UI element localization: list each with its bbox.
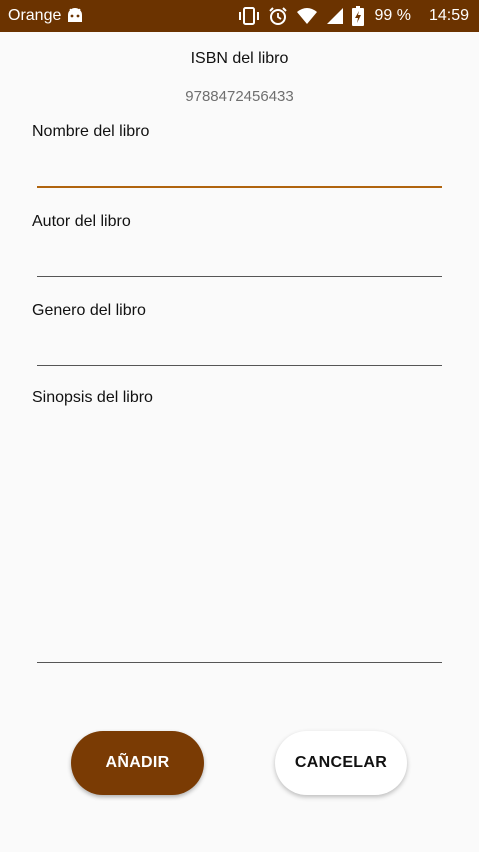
vibrate-icon [239,7,260,25]
book-name-input[interactable] [32,145,442,187]
book-genre-input[interactable] [32,324,442,365]
book-name-underline [37,186,442,188]
cancel-button[interactable]: CANCELAR [275,731,407,795]
carrier-name: Orange [8,7,62,24]
add-button[interactable]: AÑADIR [71,731,204,795]
book-name-label: Nombre del libro [32,123,150,140]
book-author-underline [37,276,442,277]
status-icons: 99 % 14:59 [238,6,469,26]
clock: 14:59 [428,7,469,24]
book-genre-label: Genero del libro [32,302,146,319]
book-author-label: Autor del libro [32,213,131,230]
isbn-value: 9788472456433 [185,88,294,105]
alarm-icon [269,7,288,25]
wifi-icon [297,8,318,24]
battery-percent: 99 % [374,7,411,24]
book-synopsis-input[interactable] [32,412,442,662]
book-synopsis-underline [37,662,442,663]
book-author-input[interactable] [32,235,442,276]
status-bar: Orange 99 % 14:59 [0,0,479,32]
book-genre-underline [37,365,442,366]
signal-icon [327,8,344,24]
battery-charging-icon [352,6,365,26]
isbn-label: ISBN del libro [190,50,289,67]
android-icon [68,8,82,22]
book-synopsis-label: Sinopsis del libro [32,389,153,406]
